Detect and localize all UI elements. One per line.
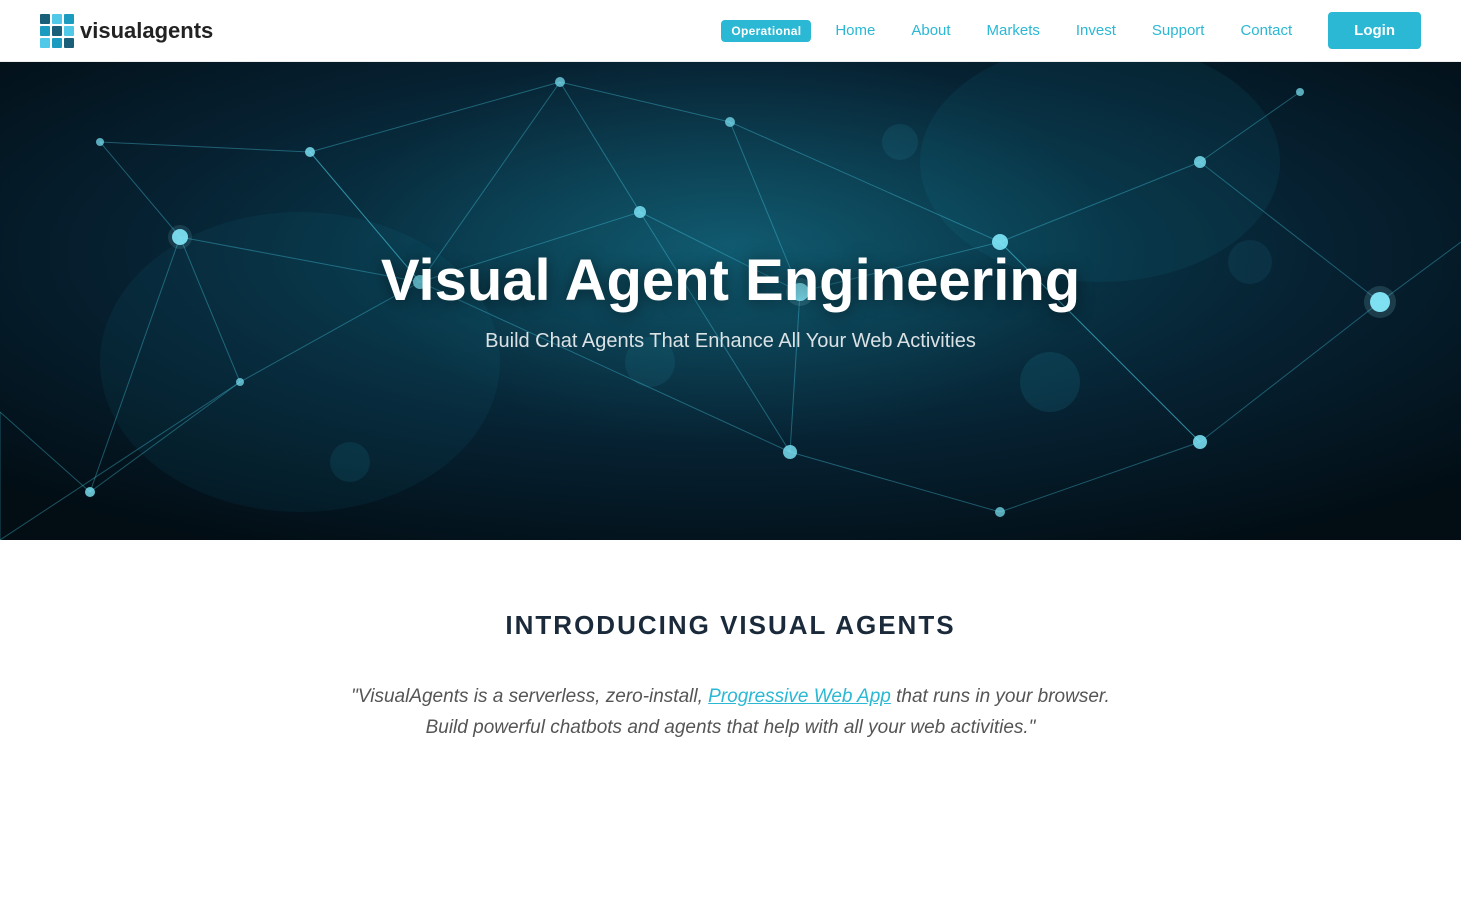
navbar: visualagents Operational Home About Mark… <box>0 0 1461 62</box>
intro-quote-link[interactable]: Progressive Web App <box>708 686 891 707</box>
hero-section: Visual Agent Engineering Build Chat Agen… <box>0 62 1461 540</box>
intro-title: INTRODUCING VISUAL AGENTS <box>341 610 1121 641</box>
nav-markets[interactable]: Markets <box>969 18 1058 43</box>
logo[interactable]: visualagents <box>40 14 213 48</box>
nav-contact[interactable]: Contact <box>1222 18 1310 43</box>
intro-section: INTRODUCING VISUAL AGENTS "VisualAgents … <box>321 540 1141 804</box>
intro-quote: "VisualAgents is a serverless, zero-inst… <box>341 681 1121 744</box>
nav-invest[interactable]: Invest <box>1058 18 1134 43</box>
hero-title: Visual Agent Engineering <box>381 249 1080 313</box>
intro-quote-prefix: "VisualAgents is a serverless, zero-inst… <box>351 686 708 707</box>
nav-links: Home About Markets Invest Support Contac… <box>817 22 1310 40</box>
nav-about[interactable]: About <box>893 18 968 43</box>
nav-home[interactable]: Home <box>817 18 893 43</box>
nav-support[interactable]: Support <box>1134 18 1223 43</box>
hero-content: Visual Agent Engineering Build Chat Agen… <box>361 249 1100 354</box>
login-button[interactable]: Login <box>1328 12 1421 49</box>
logo-visual: visual <box>80 18 142 43</box>
hero-subtitle: Build Chat Agents That Enhance All Your … <box>381 330 1080 353</box>
nav-right: Operational Home About Markets Invest Su… <box>721 12 1421 49</box>
operational-badge: Operational <box>721 20 811 42</box>
logo-agents: agents <box>142 18 213 43</box>
logo-icon <box>40 14 74 48</box>
